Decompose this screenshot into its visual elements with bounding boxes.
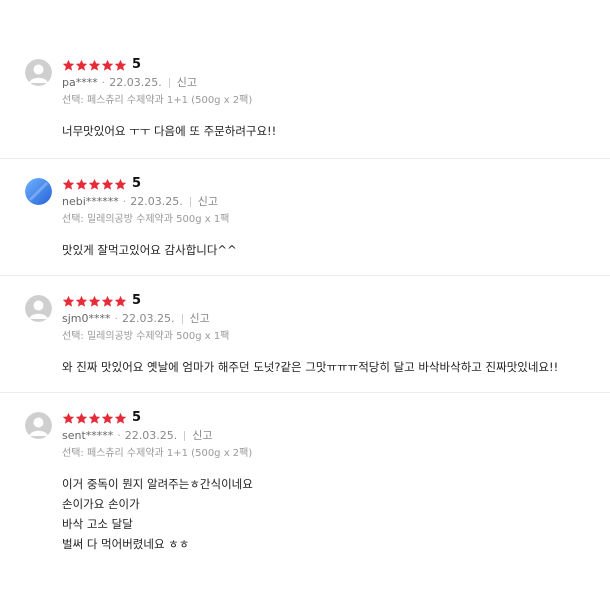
star-rating <box>62 295 127 308</box>
star-icon <box>75 178 88 190</box>
purchase-option: 선택: 페스츄리 수제약과 1+1 (500g x 2팩) <box>62 95 253 106</box>
meta-dot: · <box>114 312 119 325</box>
star-icon <box>114 59 127 71</box>
review-date: 22.03.25. <box>130 195 183 208</box>
meta-divider <box>168 78 170 88</box>
review-date: 22.03.25. <box>122 312 175 325</box>
star-icon <box>114 412 127 424</box>
rating-row: 5 <box>62 57 610 73</box>
star-icon <box>75 59 88 71</box>
star-icon <box>75 295 88 307</box>
review-content: 맛있게 잘먹고있어요 감사합니다^^ <box>62 240 610 260</box>
username: sent***** <box>62 429 114 442</box>
rating-row: 5 <box>62 176 610 192</box>
purchase-option: 선택: 밀레의공방 수제약과 500g x 1팩 <box>62 331 230 342</box>
meta-dot: · <box>101 76 106 89</box>
purchase-option: 선택: 밀레의공방 수제약과 500g x 1팩 <box>62 214 230 225</box>
review-text-line: 맛있게 잘먹고있어요 감사합니다^^ <box>62 243 237 257</box>
review-text-line: 손이가요 손이가 <box>62 497 140 511</box>
review-text-line: 이거 중독이 뭔지 알려주는ㅎ간식이네요 <box>62 477 253 491</box>
star-rating <box>62 412 127 425</box>
review-list: 5 pa**** · 22.03.25. 신고 선택: 페스츄리 수제약과 1+… <box>0 0 610 593</box>
star-icon <box>101 59 114 71</box>
star-icon <box>101 178 114 190</box>
review-date: 22.03.25. <box>109 76 162 89</box>
meta-dot: · <box>122 195 127 208</box>
rating-score: 5 <box>132 410 142 425</box>
username: pa**** <box>62 76 98 89</box>
review-text-line: 너무맛있어요 ㅜㅜ 다음에 또 주문하려구요!! <box>62 124 277 138</box>
report-link[interactable]: 신고 <box>198 195 218 209</box>
review-content: 와 진짜 맛있어요 옛날에 엄마가 해주던 도넛?같은 그맛ㅠㅠㅠ적당히 달고 … <box>62 357 610 377</box>
report-link[interactable]: 신고 <box>192 429 212 443</box>
star-icon <box>88 178 101 190</box>
review-text-line: 벌써 다 먹어버렸네요 ㅎㅎ <box>62 537 190 551</box>
report-link[interactable]: 신고 <box>177 76 197 90</box>
review-meta: nebi****** · 22.03.25. 신고 <box>62 195 610 209</box>
review-meta: sjm0**** · 22.03.25. 신고 <box>62 312 610 326</box>
meta-divider <box>189 197 191 207</box>
star-rating <box>62 59 127 72</box>
blue-profile-icon <box>25 178 52 205</box>
purchase-option: 선택: 페스츄리 수제약과 1+1 (500g x 2팩) <box>62 448 253 459</box>
rating-score: 5 <box>132 293 142 308</box>
star-icon <box>101 295 114 307</box>
username: nebi****** <box>62 195 119 208</box>
review-content: 너무맛있어요 ㅜㅜ 다음에 또 주문하려구요!! <box>62 121 610 141</box>
star-icon <box>62 295 75 307</box>
meta-divider <box>181 314 183 324</box>
review-meta: pa**** · 22.03.25. 신고 <box>62 76 610 90</box>
review-item: 5 sent***** · 22.03.25. 신고 선택: 페스츄리 수제약과… <box>0 393 610 593</box>
review-content: 이거 중독이 뭔지 알려주는ㅎ간식이네요 손이가요 손이가 바삭 고소 달달 벌… <box>62 474 610 554</box>
star-icon <box>62 412 75 424</box>
star-icon <box>62 178 75 190</box>
star-icon <box>88 412 101 424</box>
review-item: 5 nebi****** · 22.03.25. 신고 선택: 밀레의공방 수제… <box>0 159 610 276</box>
review-item: 5 pa**** · 22.03.25. 신고 선택: 페스츄리 수제약과 1+… <box>0 0 610 159</box>
default-profile-icon <box>25 412 52 439</box>
rating-score: 5 <box>132 176 142 191</box>
default-profile-icon <box>25 295 52 322</box>
username: sjm0**** <box>62 312 111 325</box>
star-icon <box>88 295 101 307</box>
review-text-line: 바삭 고소 달달 <box>62 517 133 531</box>
star-icon <box>114 295 127 307</box>
star-icon <box>114 178 127 190</box>
rating-row: 5 <box>62 410 610 426</box>
rating-row: 5 <box>62 293 610 309</box>
review-meta: sent***** · 22.03.25. 신고 <box>62 429 610 443</box>
star-icon <box>101 412 114 424</box>
default-profile-icon <box>25 59 52 86</box>
review-date: 22.03.25. <box>124 429 178 442</box>
review-text-line: 와 진짜 맛있어요 옛날에 엄마가 해주던 도넛?같은 그맛ㅠㅠㅠ적당히 달고 … <box>62 360 559 374</box>
meta-dot: · <box>117 429 121 442</box>
meta-divider <box>184 431 186 441</box>
report-link[interactable]: 신고 <box>190 312 210 326</box>
star-icon <box>62 59 75 71</box>
star-icon <box>75 412 88 424</box>
rating-score: 5 <box>132 57 142 72</box>
star-icon <box>88 59 101 71</box>
review-item: 5 sjm0**** · 22.03.25. 신고 선택: 밀레의공방 수제약과… <box>0 276 610 393</box>
star-rating <box>62 178 127 191</box>
